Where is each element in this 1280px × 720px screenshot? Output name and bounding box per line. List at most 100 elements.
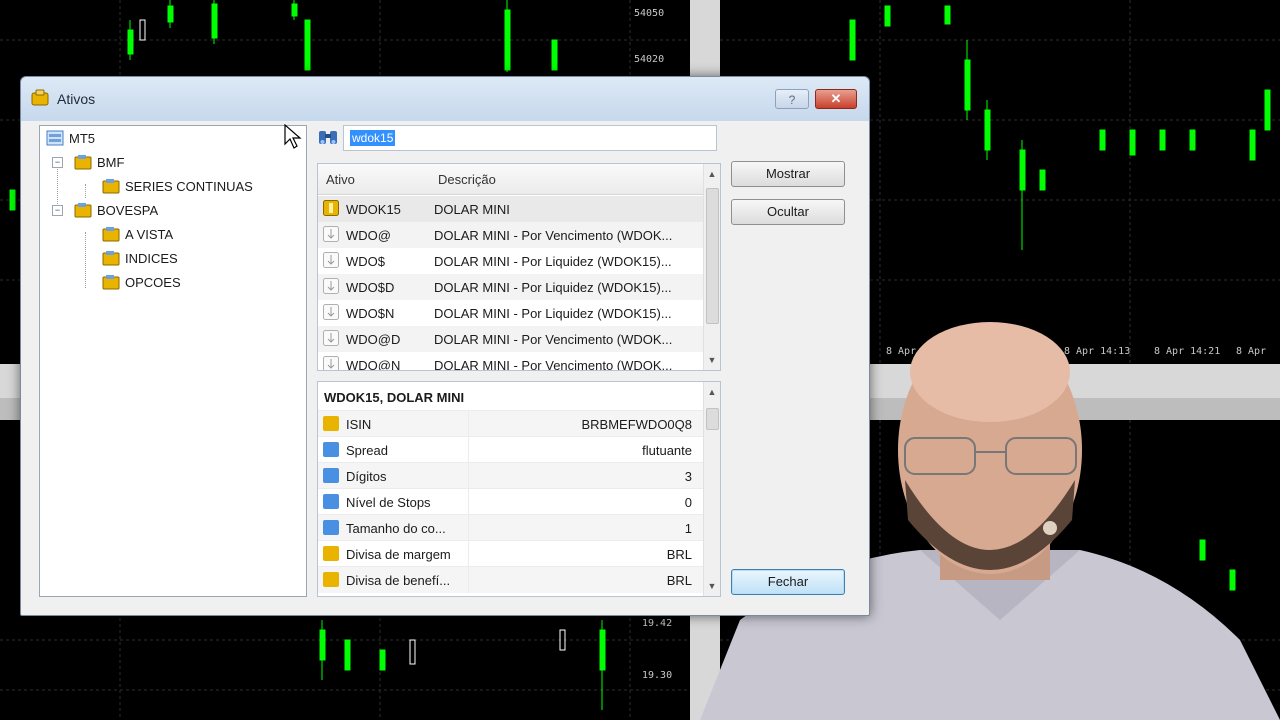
property-value: 3 <box>684 469 692 484</box>
tree-node-series-continuas[interactable]: SERIES CONTINUAS <box>102 176 253 196</box>
dialog-title: Ativos <box>57 91 96 107</box>
scroll-up-icon[interactable]: ▲ <box>704 384 720 400</box>
property-name: Tamanho do co... <box>346 521 446 536</box>
symbols-dialog: Ativos ? ✕ MT5 − BMF SERIES CONTINUAS − … <box>20 76 870 616</box>
list-header: Ativo Descrição <box>318 164 704 195</box>
hide-button[interactable]: Ocultar <box>731 199 845 225</box>
symbol-properties[interactable]: WDOK15, DOLAR MINI ISIN BRBMEFWDO0Q8 Spr… <box>317 381 721 597</box>
property-row[interactable]: ISIN BRBMEFWDO0Q8 <box>318 410 704 437</box>
symbols-list[interactable]: Ativo Descrição WDOK15 DOLAR MINI WDO@ D… <box>317 163 721 371</box>
tree-node-label: INDICES <box>125 250 178 266</box>
symbol-inactive-icon <box>323 278 339 294</box>
property-icon <box>323 546 339 561</box>
symbol-name: WDO$D <box>346 280 395 295</box>
property-value: 0 <box>684 495 692 510</box>
symbol-row[interactable]: WDO$N DOLAR MINI - Por Liquidez (WDOK15)… <box>318 300 704 326</box>
scroll-down-icon[interactable]: ▼ <box>704 352 720 368</box>
scroll-up-icon[interactable]: ▲ <box>704 166 720 182</box>
symbol-name: WDO@ <box>346 228 391 243</box>
property-icon <box>323 572 339 587</box>
property-name: Nível de Stops <box>346 495 431 510</box>
symbol-name: WDOK15 <box>346 202 401 217</box>
tree-node-label: MT5 <box>69 130 95 146</box>
property-name: Dígitos <box>346 469 387 484</box>
scrollbar-thumb[interactable] <box>706 408 719 430</box>
price-label: 19.30 <box>642 670 673 681</box>
column-header-symbol[interactable]: Ativo <box>326 172 355 187</box>
property-name: Divisa de benefí... <box>346 573 451 588</box>
tree-node-a-vista[interactable]: A VISTA <box>102 224 173 244</box>
tree-node-bovespa[interactable]: BOVESPA <box>74 200 158 220</box>
help-button[interactable]: ? <box>775 89 809 109</box>
property-value: BRL <box>666 573 692 588</box>
folder-icon <box>102 227 120 242</box>
property-name: Spread <box>346 443 388 458</box>
price-label: 54020 <box>634 54 665 65</box>
symbol-inactive-icon <box>323 252 339 268</box>
symbol-description: DOLAR MINI - Por Vencimento (WDOK... <box>434 358 673 371</box>
property-icon <box>323 494 339 509</box>
symbols-icon <box>31 89 49 106</box>
collapse-icon[interactable]: − <box>52 157 63 168</box>
property-row[interactable]: Tamanho do co... 1 <box>318 514 704 541</box>
dialog-titlebar[interactable]: Ativos ? ✕ <box>21 77 869 121</box>
list-scrollbar[interactable]: ▲ ▼ <box>703 164 720 370</box>
symbol-name: WDO@N <box>346 358 401 371</box>
symbol-row[interactable]: WDO$D DOLAR MINI - Por Liquidez (WDOK15)… <box>318 274 704 300</box>
symbol-row[interactable]: WDOK15 DOLAR MINI <box>318 196 704 222</box>
symbol-inactive-icon <box>323 304 339 320</box>
symbol-description: DOLAR MINI - Por Vencimento (WDOK... <box>434 228 673 243</box>
scrollbar-thumb[interactable] <box>706 188 719 324</box>
server-icon <box>46 130 64 146</box>
tree-node-label: BOVESPA <box>97 202 159 218</box>
tree-node-indices[interactable]: INDICES <box>102 248 178 268</box>
price-label: 19.42 <box>642 618 673 629</box>
symbol-row[interactable]: WDO@ DOLAR MINI - Por Vencimento (WDOK..… <box>318 222 704 248</box>
property-row[interactable]: Dígitos 3 <box>318 462 704 489</box>
search-text: wdok15 <box>350 130 396 146</box>
symbol-row[interactable]: WDO@D DOLAR MINI - Por Vencimento (WDOK.… <box>318 326 704 352</box>
symbol-name: WDO$N <box>346 306 395 321</box>
collapse-icon[interactable]: − <box>52 205 63 216</box>
tree-node-opcoes[interactable]: OPCOES <box>102 272 181 292</box>
folder-icon <box>102 179 120 194</box>
symbol-active-icon <box>323 200 339 216</box>
column-header-description[interactable]: Descrição <box>438 172 496 187</box>
mouse-pointer-icon <box>284 124 302 149</box>
scroll-down-icon[interactable]: ▼ <box>704 578 720 594</box>
tree-node-label: BMF <box>97 154 125 170</box>
symbol-description: DOLAR MINI - Por Vencimento (WDOK... <box>434 332 673 347</box>
property-row[interactable]: Divisa de margem BRL <box>318 540 704 567</box>
symbol-search-input[interactable]: wdok15 <box>343 125 717 151</box>
property-icon <box>323 442 339 457</box>
symbol-row[interactable]: WDO@N DOLAR MINI - Por Vencimento (WDOK.… <box>318 352 704 371</box>
property-row[interactable]: Spread flutuante <box>318 436 704 463</box>
tree-node-bmf[interactable]: BMF <box>74 152 124 172</box>
symbol-description: DOLAR MINI - Por Liquidez (WDOK15)... <box>434 254 672 269</box>
properties-title: WDOK15, DOLAR MINI <box>324 390 465 405</box>
show-button[interactable]: Mostrar <box>731 161 845 187</box>
binoculars-icon[interactable] <box>317 127 339 147</box>
properties-scrollbar[interactable]: ▲ ▼ <box>703 382 720 596</box>
tree-node-label: OPCOES <box>125 274 181 290</box>
property-icon <box>323 416 339 431</box>
property-value: BRBMEFWDO0Q8 <box>581 417 692 432</box>
symbol-inactive-icon <box>323 356 339 370</box>
symbol-description: DOLAR MINI <box>434 202 510 217</box>
symbol-tree[interactable]: MT5 − BMF SERIES CONTINUAS − BOVESPA A V… <box>39 125 307 597</box>
property-value: flutuante <box>642 443 692 458</box>
tree-node-label: A VISTA <box>125 226 174 242</box>
close-button[interactable]: Fechar <box>731 569 845 595</box>
symbol-row[interactable]: WDO$ DOLAR MINI - Por Liquidez (WDOK15).… <box>318 248 704 274</box>
price-label: 54050 <box>634 8 665 19</box>
symbol-inactive-icon <box>323 330 339 346</box>
folder-icon <box>102 251 120 266</box>
folder-icon <box>74 203 92 218</box>
close-window-button[interactable]: ✕ <box>815 89 857 109</box>
property-name: ISIN <box>346 417 372 432</box>
tree-node-mt5[interactable]: MT5 <box>46 128 95 148</box>
property-row[interactable]: Divisa de benefí... BRL <box>318 566 704 593</box>
property-icon <box>323 520 339 535</box>
property-row[interactable]: Nível de Stops 0 <box>318 488 704 515</box>
symbol-inactive-icon <box>323 226 339 242</box>
